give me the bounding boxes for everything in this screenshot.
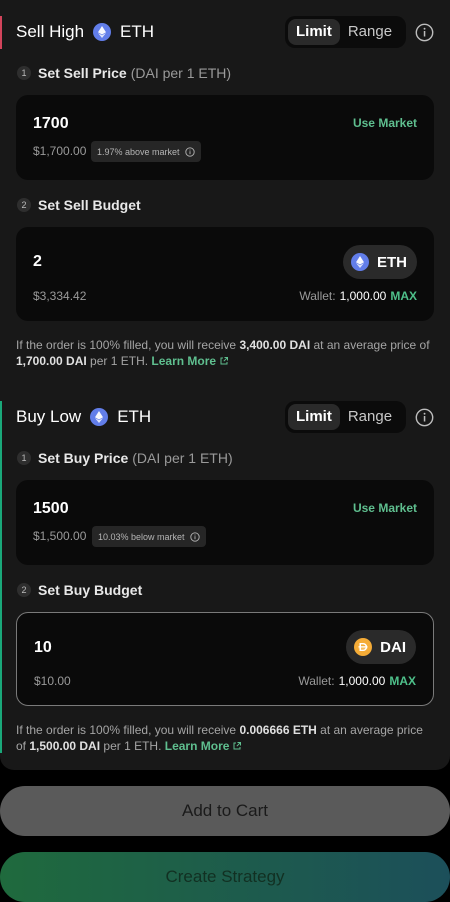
note-price: 1,700.00 DAI — [16, 354, 87, 368]
external-link-icon[interactable] — [232, 741, 242, 751]
create-strategy-button[interactable]: Create Strategy — [0, 852, 450, 902]
step-number: 2 — [17, 583, 31, 597]
buy-header-title: Buy Low ETH — [16, 407, 151, 427]
buy-budget-step: 2 Set Buy Budget — [17, 582, 142, 598]
buy-budget-card[interactable]: 10 DAI $10.00 Wallet: 1,000.00 MAX — [16, 612, 434, 706]
note-text: at an average price of — [310, 338, 430, 352]
buy-title-token: ETH — [117, 407, 152, 426]
eth-token-icon — [93, 23, 112, 41]
sell-budget-card[interactable]: 2 ETH $3,334.42 Wallet: 1,000.00 MAX — [16, 227, 434, 321]
wallet-label: Wallet: — [298, 674, 335, 688]
sell-budget-label: Set Sell Budget — [38, 197, 141, 213]
buy-limit-tab[interactable]: Limit — [288, 404, 340, 430]
sell-title-token: ETH — [120, 22, 155, 41]
add-to-cart-button[interactable]: Add to Cart — [0, 786, 450, 836]
note-text: per 1 ETH. — [100, 739, 165, 753]
sell-learn-more-link[interactable]: Learn More — [151, 354, 216, 368]
buy-summary-note: If the order is 100% filled, you will re… — [16, 722, 434, 754]
sell-accent-bar — [0, 16, 2, 49]
sell-market-diff-badge: 1.97% above market — [91, 141, 201, 162]
note-price: 1,500.00 DAI — [29, 739, 101, 753]
step-number: 1 — [17, 451, 31, 465]
buy-price-usd: $1,500.00 — [33, 529, 87, 543]
sell-budget-input[interactable]: 2 — [33, 253, 42, 271]
sell-high-section: Sell High ETH Limit Range 1 Set Sell Pri… — [0, 0, 450, 385]
buy-price-label: Set Buy Price — [38, 450, 129, 466]
sell-market-diff-text: 1.97% above market — [97, 146, 180, 157]
buy-market-diff-badge: 10.03% below market — [92, 526, 206, 547]
buy-price-card[interactable]: 1500 Use Market $1,500.00 10.03% below m… — [16, 480, 434, 565]
step-number: 2 — [17, 198, 31, 212]
buy-wallet-balance: Wallet: 1,000.00 MAX — [298, 674, 416, 688]
info-icon[interactable] — [415, 408, 434, 427]
sell-budget-usd: $3,334.42 — [33, 289, 87, 303]
buy-learn-more-link[interactable]: Learn More — [165, 739, 230, 753]
info-icon[interactable] — [415, 23, 434, 42]
buy-market-diff-text: 10.03% below market — [98, 531, 185, 542]
step-number: 1 — [17, 66, 31, 80]
sell-limit-tab[interactable]: Limit — [288, 19, 340, 45]
sell-token-selector[interactable]: ETH — [343, 245, 417, 279]
sell-use-market-button[interactable]: Use Market — [353, 116, 417, 130]
buy-budget-input[interactable]: 10 — [34, 639, 52, 657]
buy-budget-usd: $10.00 — [34, 674, 71, 688]
sell-wallet-balance: Wallet: 1,000.00 MAX — [299, 289, 417, 303]
eth-token-icon — [90, 408, 109, 426]
buy-title: Buy Low — [16, 407, 82, 426]
note-text: If the order is 100% filled, you will re… — [16, 723, 240, 737]
eth-token-icon — [351, 253, 369, 271]
sell-max-button[interactable]: MAX — [390, 289, 417, 303]
sell-price-unit: (DAI per 1 ETH) — [130, 65, 232, 81]
wallet-value: 1,000.00 — [338, 674, 386, 688]
sell-price-usd: $1,700.00 — [33, 144, 87, 158]
buy-max-button[interactable]: MAX — [389, 674, 416, 688]
sell-price-input[interactable]: 1700 — [33, 115, 69, 133]
buy-accent-bar — [0, 401, 2, 753]
note-amount: 3,400.00 DAI — [239, 338, 311, 352]
strategy-panel: Sell High ETH Limit Range 1 Set Sell Pri… — [0, 0, 450, 770]
note-text: If the order is 100% filled, you will re… — [16, 338, 240, 352]
buy-order-type-toggle: Limit Range — [285, 401, 406, 433]
buy-price-unit: (DAI per 1 ETH) — [132, 450, 233, 466]
buy-token-selector[interactable]: DAI — [346, 630, 416, 664]
buy-price-step: 1 Set Buy Price (DAI per 1 ETH) — [17, 450, 233, 466]
buy-budget-label: Set Buy Budget — [38, 582, 143, 598]
sell-order-type-toggle: Limit Range — [285, 16, 406, 48]
info-icon[interactable] — [189, 531, 200, 542]
dai-token-icon — [354, 638, 373, 656]
info-icon[interactable] — [184, 146, 195, 157]
external-link-icon[interactable] — [219, 356, 229, 366]
buy-use-market-button[interactable]: Use Market — [353, 501, 417, 515]
buy-range-tab[interactable]: Range — [340, 404, 400, 430]
sell-summary-note: If the order is 100% filled, you will re… — [16, 337, 434, 369]
buy-price-input[interactable]: 1500 — [33, 500, 69, 518]
wallet-value: 1,000.00 — [339, 289, 387, 303]
sell-budget-step: 2 Set Sell Budget — [17, 197, 141, 213]
sell-price-step: 1 Set Sell Price (DAI per 1 ETH) — [17, 65, 231, 81]
sell-token-symbol: ETH — [377, 253, 407, 271]
note-amount: 0.006666 ETH — [239, 723, 317, 737]
buy-token-symbol: DAI — [380, 638, 406, 656]
sell-price-card[interactable]: 1700 Use Market $1,700.00 1.97% above ma… — [16, 95, 434, 180]
wallet-label: Wallet: — [299, 289, 336, 303]
sell-title: Sell High — [16, 22, 85, 41]
sell-price-label: Set Sell Price — [38, 65, 127, 81]
buy-low-section: Buy Low ETH Limit Range 1 Set Buy Price … — [0, 385, 450, 770]
note-text: per 1 ETH. — [86, 354, 152, 368]
sell-header-title: Sell High ETH — [16, 22, 154, 42]
sell-range-tab[interactable]: Range — [340, 19, 400, 45]
